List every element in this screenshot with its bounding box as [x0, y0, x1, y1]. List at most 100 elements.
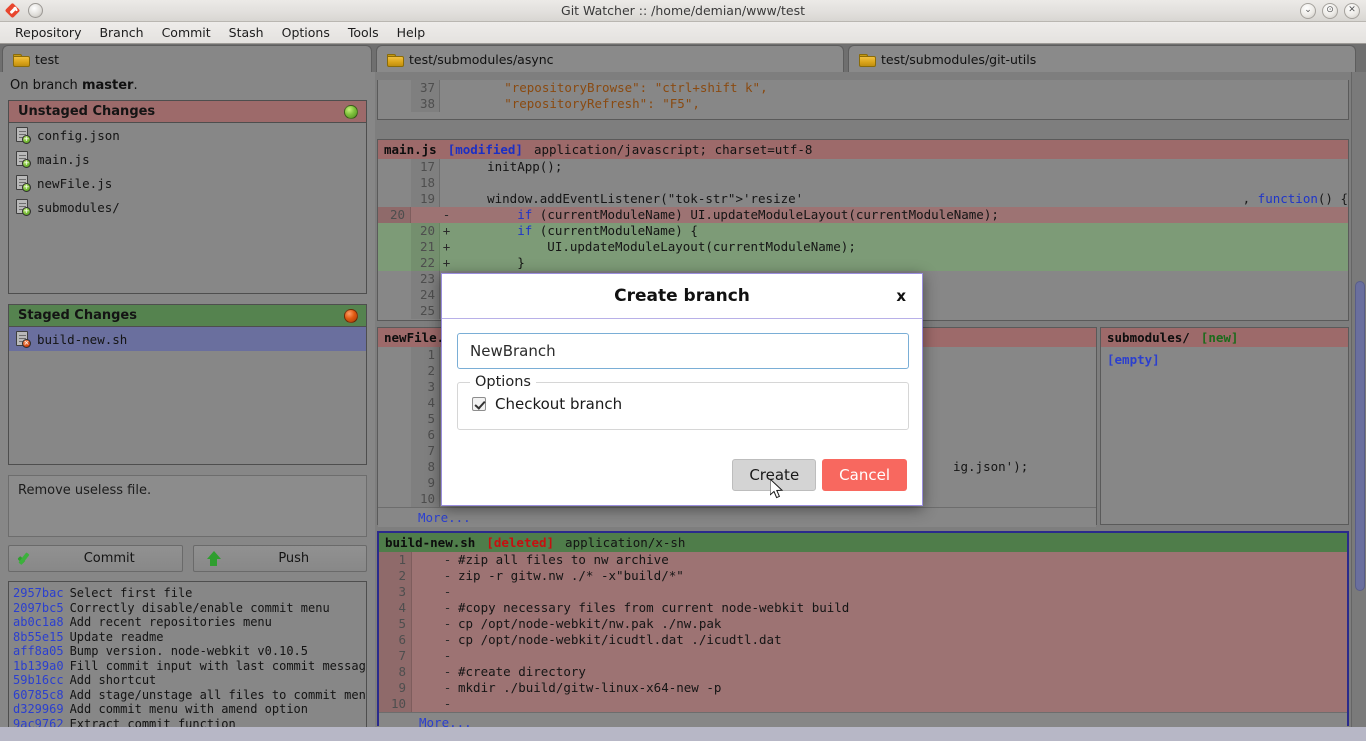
unstaged-file-list[interactable]: + config.json + main.js + newFile.js + s… [9, 123, 366, 293]
check-icon [17, 551, 37, 567]
code-line: 37 "repositoryBrowse": "ctrl+shift k", [378, 80, 1348, 96]
diff-file-name: build-new.sh [385, 535, 476, 550]
folder-icon [859, 53, 876, 67]
menu-help[interactable]: Help [388, 23, 435, 42]
menu-commit[interactable]: Commit [153, 23, 220, 42]
commit-log-row[interactable]: 60785c8 Add stage/unstage all files to co… [13, 688, 366, 703]
branch-name-input[interactable] [457, 333, 909, 369]
list-item[interactable]: × build-new.sh [9, 327, 366, 351]
code-line: 6 - cp /opt/node-webkit/icudtl.dat ./icudt… [379, 632, 1347, 648]
menu-repository[interactable]: Repository [6, 23, 90, 42]
tab-label: test/submodules/git-utils [881, 51, 1037, 67]
tab-submodules-async[interactable]: test/submodules/async [376, 45, 844, 72]
gutter-new: 38 [411, 96, 440, 112]
unstaged-status-led-icon [344, 104, 358, 119]
tab-submodules-git-utils[interactable]: test/submodules/git-utils [848, 45, 1356, 72]
diff-status-badge: [deleted] [486, 535, 555, 550]
list-item[interactable]: + main.js [9, 147, 366, 171]
commit-message-input[interactable]: Remove useless file. [8, 475, 367, 537]
close-button[interactable]: ✕ [1344, 2, 1360, 19]
gutter-new: 20 [411, 223, 440, 239]
window-controls: ⌄ ⊙ ✕ [1300, 2, 1360, 19]
maximize-button[interactable]: ⊙ [1322, 2, 1338, 19]
repository-tab-bar: test test/submodules/async test/submodul… [0, 44, 1366, 72]
code-text: #copy necessary files from current node-… [458, 600, 850, 615]
commit-button[interactable]: Commit [8, 545, 183, 572]
tab-test[interactable]: test [2, 45, 372, 72]
diff-pane-header: submodules/ [new] [1101, 328, 1348, 347]
code-text: initApp(); [457, 159, 563, 174]
more-link[interactable]: More... [378, 507, 1096, 527]
cancel-button[interactable]: Cancel [822, 459, 907, 491]
commit-message: Add stage/unstage all files to commit me… [69, 687, 367, 702]
staged-changes-header[interactable]: Staged Changes [9, 305, 366, 327]
code-line: 9 - mkdir ./build/gitw-linux-x64-new -p [379, 680, 1347, 696]
commit-log-row[interactable]: 8b55e15 Update readme [13, 630, 366, 645]
gutter-new: 3 [411, 379, 440, 395]
gutter-old: 10 [379, 696, 412, 712]
gutter-new: 1 [411, 347, 440, 363]
list-item[interactable]: + config.json [9, 123, 366, 147]
diff-lines: 1- #zip all files to nw archive 2- zip -r g… [379, 552, 1347, 712]
menu-options[interactable]: Options [273, 23, 339, 42]
dialog-title: Create branch [614, 286, 750, 306]
code-line: 19 window.addEventListener("tok-str">'re… [378, 191, 1348, 207]
diff-sign: - [443, 568, 452, 583]
diff-sign: + [442, 223, 451, 238]
commit-log-list[interactable]: 2957bac Select first file 2097bc5 Correctly… [8, 581, 367, 741]
diff-pane-submodules[interactable]: submodules/ [new] [empty] [1100, 327, 1349, 525]
commit-log-row[interactable]: 2957bac Select first file [13, 586, 366, 601]
staged-file-list[interactable]: × build-new.sh [9, 327, 366, 464]
commit-log-row[interactable]: 1b139a0 Fill commit input with last commi… [13, 659, 366, 674]
code-text: #create directory [458, 664, 586, 679]
branch-suffix: . [133, 78, 138, 93]
diff-file-name: main.js [384, 142, 437, 157]
branch-status: On branch master. [0, 72, 375, 100]
diff-sign: - [443, 616, 452, 631]
gutter-old: 5 [379, 616, 412, 632]
empty-indicator: [empty] [1107, 352, 1160, 367]
code-line: 38 "repositoryRefresh": "F5", [378, 96, 1348, 112]
commit-log-row[interactable]: ab0c1a8 Add recent repositories menu [13, 615, 366, 630]
gutter-new: 6 [411, 427, 440, 443]
menu-stash[interactable]: Stash [220, 23, 273, 42]
code-text: UI.updateModuleLayout(currentModuleName)… [457, 239, 856, 254]
diff-pane-config-json[interactable]: 37 "repositoryBrowse": "ctrl+shift k", 3… [377, 80, 1349, 120]
list-item[interactable]: + newFile.js [9, 171, 366, 195]
commit-sha: 60785c8 [13, 687, 64, 702]
commit-log-row[interactable]: 2097bc5 Correctly disable/enable commit m… [13, 601, 366, 616]
menu-branch[interactable]: Branch [90, 23, 152, 42]
checkout-branch-checkbox[interactable] [472, 397, 486, 411]
close-icon[interactable]: x [896, 287, 906, 305]
options-legend: Options [470, 374, 536, 390]
more-link[interactable]: More... [379, 712, 1347, 727]
file-deleted-icon: × [16, 331, 31, 348]
code-text: #zip all files to nw archive [458, 552, 669, 567]
menu-tools[interactable]: Tools [339, 23, 388, 42]
gutter-old: 8 [379, 664, 412, 680]
commit-log-row[interactable]: d329969 Add commit menu with amend option [13, 702, 366, 717]
diff-pane-build-new-sh[interactable]: build-new.sh [deleted] application/x-sh … [377, 531, 1349, 727]
commit-log-row[interactable]: 59b16cc Add shortcut [13, 673, 366, 688]
diff-mime-type: application/javascript; charset=utf-8 [533, 142, 813, 157]
folder-icon [387, 53, 404, 67]
diff-pane-header: build-new.sh [deleted] application/x-sh [379, 533, 1347, 552]
code-text: zip -r gitw.nw ./* -x"build/*" [458, 568, 684, 583]
file-added-icon: + [16, 127, 31, 144]
gutter-new: 21 [411, 239, 440, 255]
commit-log-row[interactable]: aff8a05 Bump version. node-webkit v0.10.5 [13, 644, 366, 659]
code-text: cp /opt/node-webkit/nw.pak ./nw.pak [458, 616, 722, 631]
minimize-button[interactable]: ⌄ [1300, 2, 1316, 19]
diff-mime-type: application/x-sh [565, 535, 686, 550]
staged-title: Staged Changes [18, 308, 137, 323]
gutter-new: 9 [411, 475, 440, 491]
gutter-new: 24 [411, 287, 440, 303]
diff-sign: - [443, 552, 452, 567]
scrollbar-thumb[interactable] [1355, 281, 1365, 591]
diff-scrollbar[interactable] [1351, 72, 1366, 727]
list-item[interactable]: + submodules/ [9, 195, 366, 219]
checkout-branch-label: Checkout branch [495, 395, 623, 413]
unstaged-changes-header[interactable]: Unstaged Changes [9, 101, 366, 123]
push-button[interactable]: Push [192, 545, 367, 572]
checkout-branch-row[interactable]: Checkout branch [472, 395, 908, 413]
